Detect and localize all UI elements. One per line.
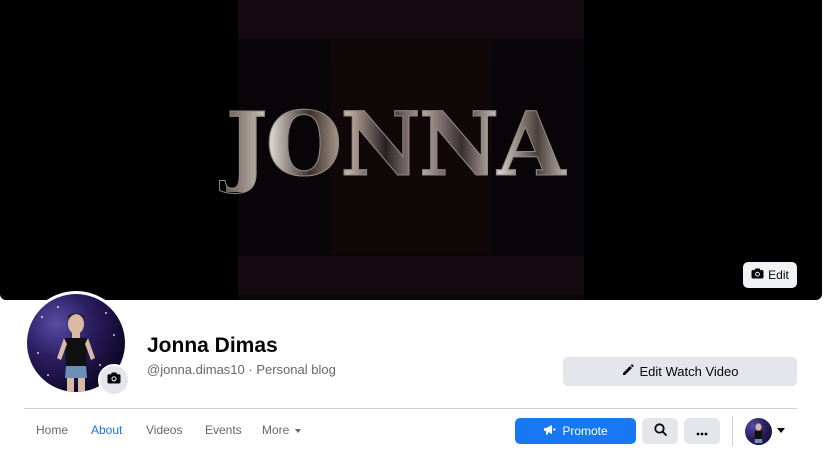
tab-home[interactable]: Home (36, 423, 68, 437)
action-separator (732, 416, 733, 446)
edit-cover-label: Edit (768, 268, 789, 282)
search-icon (653, 423, 667, 439)
megaphone-icon (543, 424, 556, 438)
meta-separator: · (244, 362, 257, 377)
caret-down-icon[interactable] (777, 428, 785, 433)
promote-label: Promote (562, 424, 608, 438)
update-avatar-button[interactable] (98, 364, 130, 396)
more-options-button[interactable] (684, 418, 720, 444)
page-category[interactable]: Personal blog (256, 362, 336, 377)
cover-background-band (238, 256, 584, 294)
voice-selector-avatar[interactable] (745, 418, 772, 445)
header-divider (24, 408, 797, 409)
edit-cover-button[interactable]: Edit (743, 262, 797, 288)
promote-button[interactable]: Promote (515, 418, 636, 444)
camera-icon (751, 268, 764, 282)
page-title: Jonna Dimas (147, 334, 278, 357)
search-button[interactable] (642, 418, 678, 444)
page-handle: @jonna.dimas10 (147, 362, 245, 377)
tab-videos[interactable]: Videos (146, 423, 182, 437)
edit-watch-video-button[interactable]: Edit Watch Video (563, 357, 797, 386)
edit-watch-video-label: Edit Watch Video (639, 364, 739, 379)
ellipsis-icon (696, 424, 708, 439)
cover-background-band (238, 0, 584, 38)
caret-down-icon (295, 428, 302, 433)
tab-more[interactable]: More (262, 423, 302, 437)
tab-more-label: More (262, 423, 290, 437)
camera-icon (107, 371, 121, 389)
tab-about[interactable]: About (91, 423, 122, 437)
cover-title-text: JONNA (226, 96, 606, 193)
pencil-icon (622, 364, 634, 379)
cover-photo: JONNA Edit (0, 0, 822, 300)
person-silhouette (754, 423, 763, 443)
tab-events[interactable]: Events (205, 423, 242, 437)
page-meta: @jonna.dimas10 · Personal blog (147, 362, 336, 377)
